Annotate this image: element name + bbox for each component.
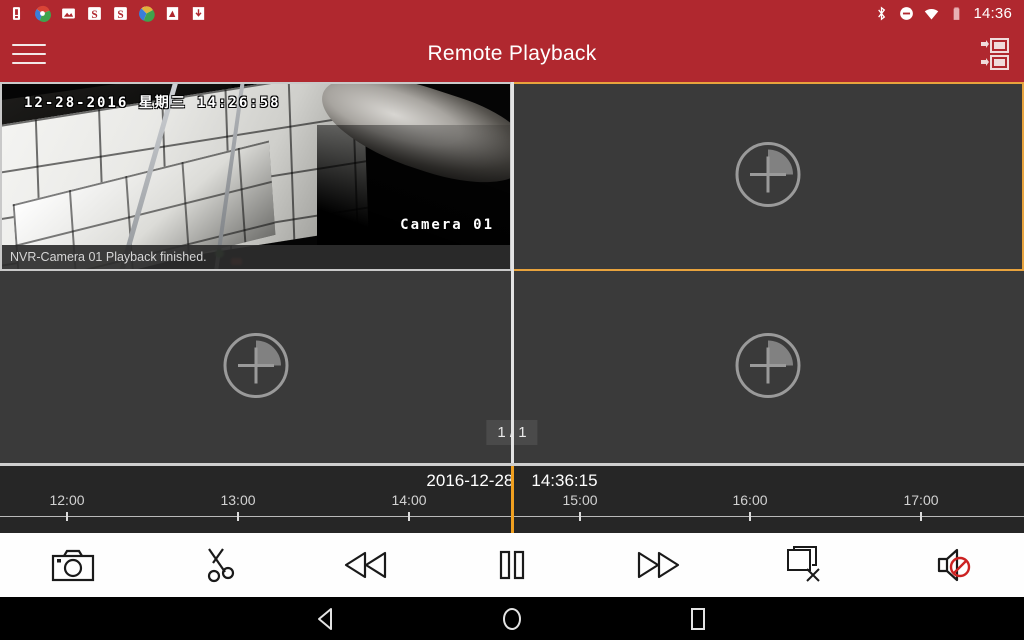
add-channel-icon[interactable] <box>733 331 803 406</box>
fast-forward-icon <box>638 551 680 579</box>
wifi-icon <box>925 8 939 20</box>
s-app-icon-2: S <box>114 6 127 20</box>
battery-icon <box>954 6 960 20</box>
back-icon[interactable] <box>309 602 343 636</box>
timeline-playhead[interactable] <box>511 466 514 533</box>
home-icon[interactable] <box>495 602 529 636</box>
add-channel-icon[interactable] <box>221 331 291 406</box>
timeline-tick <box>920 512 922 521</box>
file-icon <box>166 6 179 20</box>
playback-toolbar <box>0 533 1024 597</box>
osd-datetime: 12-28-2016 星期三 14:26:58 <box>24 95 281 111</box>
do-not-disturb-icon <box>900 6 914 20</box>
close-all-button[interactable] <box>731 533 877 597</box>
timeline-tick <box>749 512 751 521</box>
add-channel-icon[interactable] <box>733 139 803 214</box>
rewind-button[interactable] <box>293 533 439 597</box>
timeline-label: 15:00 <box>562 492 598 508</box>
close-windows-icon <box>786 546 820 582</box>
photos-icon <box>139 5 155 22</box>
timeline-label: 17:00 <box>903 492 939 508</box>
fast-forward-button[interactable] <box>585 533 731 597</box>
app-bar: Remote Playback <box>0 26 1024 82</box>
osd-camera-name: Camera 01 <box>400 217 494 233</box>
bluetooth-icon <box>878 6 886 20</box>
clip-button[interactable] <box>146 533 292 597</box>
s-app-icon: S <box>88 6 101 20</box>
timeline-tick <box>237 512 239 521</box>
snapshot-button[interactable] <box>0 533 146 597</box>
android-nav-bar <box>0 597 1024 640</box>
android-status-bar: S S 14:36 <box>0 0 1024 26</box>
remote-playback-screen: S S 14:36 Remote Playback 12-28-2016 星期三… <box>0 0 1024 640</box>
recents-icon[interactable] <box>681 602 715 636</box>
channel-layout-icon[interactable] <box>980 38 1010 70</box>
video-pane-1[interactable]: 12-28-2016 星期三 14:26:58 Camera 01 NVR-Ca… <box>0 82 512 271</box>
camera-icon <box>52 549 95 582</box>
pause-icon <box>499 550 525 580</box>
mute-button[interactable] <box>878 533 1024 597</box>
timeline-label: 16:00 <box>732 492 768 508</box>
status-clock: 14:36 <box>973 4 1012 22</box>
video-pane-3[interactable] <box>0 271 512 465</box>
pane-divider-vertical <box>511 82 514 465</box>
timeline-tick <box>579 512 581 521</box>
gallery-icon <box>62 8 75 18</box>
video-pane-2[interactable] <box>512 82 1024 271</box>
timeline-label: 12:00 <box>49 492 85 508</box>
timeline-time: 14:36:15 <box>531 471 598 490</box>
timeline-date: 2016-12-28 <box>426 471 514 490</box>
status-notification-icons: S S <box>8 5 207 22</box>
timeline-label: 14:00 <box>391 492 427 508</box>
scissors-icon <box>208 548 235 583</box>
status-system-icons: 14:36 <box>873 5 1016 22</box>
pane-status-message: NVR-Camera 01 Playback finished. <box>2 245 510 269</box>
page-title: Remote Playback <box>427 42 597 65</box>
download-icon <box>192 6 205 20</box>
battery-alert-icon <box>12 6 21 20</box>
speaker-muted-icon <box>937 548 971 582</box>
chrome-icon <box>35 5 51 22</box>
rewind-icon <box>344 551 386 579</box>
timeline-label: 13:00 <box>220 492 256 508</box>
video-pane-4[interactable] <box>512 271 1024 465</box>
timeline-tick <box>408 512 410 521</box>
svg-text:S: S <box>91 8 97 20</box>
svg-text:S: S <box>117 8 123 20</box>
timeline-tick <box>66 512 68 521</box>
pause-button[interactable] <box>439 533 585 597</box>
